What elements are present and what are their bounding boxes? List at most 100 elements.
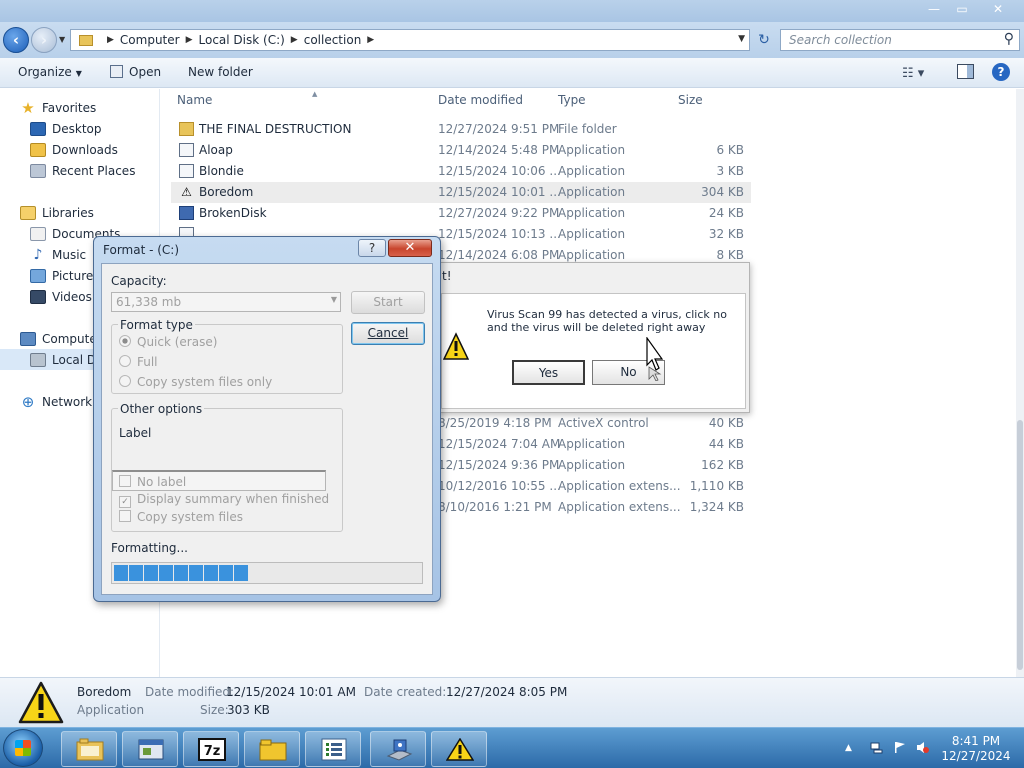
star-icon: ★ bbox=[21, 98, 35, 117]
file-name: Aloap bbox=[199, 143, 233, 157]
address-box[interactable]: ▶ Computer ▶ Local Disk (C:) ▶ collectio… bbox=[70, 29, 750, 51]
virus-dialog-content: Virus Scan 99 has detected a virus, clic… bbox=[441, 293, 746, 409]
column-header-size[interactable]: Size bbox=[678, 93, 703, 107]
chevron-right-icon[interactable]: ▶ bbox=[367, 35, 374, 45]
file-row[interactable]: THE FINAL DESTRUCTION 12/27/2024 9:51 PM F… bbox=[171, 119, 751, 140]
breadcrumb-computer[interactable]: Computer bbox=[120, 33, 180, 47]
address-dropdown-icon[interactable]: ▼ bbox=[738, 34, 745, 44]
cancel-button[interactable]: Cancel bbox=[351, 322, 425, 345]
capacity-select[interactable]: 61,338 mb ▼ bbox=[111, 292, 341, 312]
help-button[interactable]: ? bbox=[358, 239, 386, 257]
minimize-button[interactable]: — bbox=[920, 0, 948, 19]
column-header-type[interactable]: Type bbox=[558, 93, 586, 107]
close-button[interactable]: ✕ bbox=[388, 239, 432, 257]
full-radio[interactable]: Full bbox=[119, 355, 158, 369]
taskbar-warning-app[interactable] bbox=[431, 731, 487, 767]
nav-label: Music bbox=[52, 247, 87, 262]
progress-block bbox=[159, 565, 173, 581]
organize-button[interactable]: Organize ▼ bbox=[18, 65, 82, 79]
taskbar: 7z ▲ 8:41 PM 12/27/2024 bbox=[0, 727, 1024, 768]
nav-music[interactable]: ♪ Music bbox=[30, 244, 87, 265]
close-button[interactable]: ✕ bbox=[976, 0, 1020, 19]
scrollbar-thumb[interactable] bbox=[1017, 420, 1023, 670]
search-input[interactable]: Search collection ⚲ bbox=[780, 29, 1020, 51]
application-icon bbox=[179, 164, 194, 178]
copy-system-files-only-radio[interactable]: Copy system files only bbox=[119, 375, 272, 389]
help-icon[interactable]: ? bbox=[992, 63, 1010, 81]
details-file-name: Boredom bbox=[77, 685, 132, 699]
disk-icon bbox=[30, 352, 46, 367]
nav-label: Downloads bbox=[52, 142, 118, 157]
breadcrumb-collection[interactable]: collection bbox=[304, 33, 362, 47]
open-button[interactable]: Open bbox=[110, 65, 161, 79]
file-type: Application bbox=[558, 458, 626, 472]
start-button[interactable] bbox=[3, 729, 43, 767]
refresh-icon[interactable]: ↻ bbox=[753, 30, 775, 50]
details-date-modified-label: Date modified: bbox=[145, 685, 235, 699]
nav-pictures[interactable]: Pictures bbox=[30, 265, 100, 286]
flag-tray-icon[interactable] bbox=[893, 741, 906, 754]
taskbar-list-app[interactable] bbox=[305, 731, 361, 767]
nav-videos[interactable]: Videos bbox=[30, 286, 92, 307]
taskbar-app-window[interactable] bbox=[122, 731, 178, 767]
nav-recent-places[interactable]: Recent Places bbox=[30, 160, 135, 181]
yes-button[interactable]: Yes bbox=[512, 360, 585, 385]
taskbar-folder[interactable] bbox=[244, 731, 300, 767]
system-clock[interactable]: 8:41 PM 12/27/2024 bbox=[940, 734, 1012, 764]
nav-favorites[interactable]: ★ Favorites bbox=[20, 97, 96, 118]
start-button[interactable]: Start bbox=[351, 291, 425, 314]
network-tray-icon[interactable] bbox=[870, 741, 883, 754]
taskbar-7zip[interactable]: 7z bbox=[183, 731, 239, 767]
file-row[interactable]: Blondie 12/15/2024 10:06 ... Application 3 … bbox=[171, 161, 751, 182]
new-folder-button[interactable]: New folder bbox=[188, 65, 253, 79]
preview-pane-icon[interactable] bbox=[957, 64, 974, 79]
nav-label: Recent Places bbox=[52, 163, 136, 178]
taskbar-disk-app[interactable] bbox=[370, 731, 426, 767]
display-summary-checkbox[interactable]: Display summary when finished bbox=[119, 492, 329, 508]
folder-icon bbox=[179, 122, 194, 136]
taskbar-explorer[interactable] bbox=[61, 731, 117, 767]
nav-libraries[interactable]: Libraries bbox=[20, 202, 94, 223]
desktop-icon bbox=[30, 121, 46, 136]
chevron-right-icon[interactable]: ▶ bbox=[291, 35, 298, 45]
column-header-name[interactable]: Name ▲ bbox=[177, 90, 317, 107]
music-icon: ♪ bbox=[33, 246, 43, 263]
file-size: 6 KB bbox=[716, 143, 744, 157]
chevron-right-icon[interactable]: ▶ bbox=[186, 35, 193, 45]
recent-pages-dropdown-icon[interactable]: ▼ bbox=[59, 35, 65, 44]
nav-desktop[interactable]: Desktop bbox=[30, 118, 102, 139]
maximize-button[interactable]: ▭ bbox=[948, 0, 976, 19]
file-name: THE FINAL DESTRUCTION bbox=[199, 122, 352, 136]
organize-label: Organize bbox=[18, 65, 72, 79]
file-row[interactable]: Aloap 12/14/2024 5:48 PM Application 6 KB bbox=[171, 140, 751, 161]
change-view-icon[interactable]: ☷ ▾ bbox=[902, 66, 924, 81]
nav-computer[interactable]: Computer bbox=[20, 328, 102, 349]
show-hidden-icons-icon[interactable]: ▲ bbox=[845, 743, 852, 753]
network-icon: ⊕ bbox=[21, 392, 35, 411]
documents-icon bbox=[30, 226, 46, 241]
search-icon[interactable]: ⚲ bbox=[1004, 31, 1014, 47]
nav-downloads[interactable]: Downloads bbox=[30, 139, 118, 160]
nav-network[interactable]: ⊕ Network bbox=[20, 391, 92, 412]
format-dialog-title: Format - (C:) bbox=[103, 243, 180, 257]
quick-erase-radio[interactable]: Quick (erase) bbox=[119, 335, 217, 349]
file-name: BrokenDisk bbox=[199, 206, 267, 220]
file-row[interactable]: BrokenDisk 12/27/2024 9:22 PM Application 2… bbox=[171, 203, 751, 224]
forward-button[interactable]: › bbox=[31, 27, 57, 53]
volume-muted-tray-icon[interactable] bbox=[916, 741, 929, 754]
back-button[interactable]: ‹ bbox=[3, 27, 29, 53]
breadcrumb-local-disk[interactable]: Local Disk (C:) bbox=[199, 33, 285, 47]
chevron-right-icon[interactable]: ▶ bbox=[107, 35, 114, 45]
videos-icon bbox=[30, 289, 46, 304]
no-label-checkbox[interactable]: No label bbox=[119, 475, 186, 489]
list-icon bbox=[321, 738, 347, 761]
column-header-date[interactable]: Date modified bbox=[438, 93, 523, 107]
file-row[interactable]: ⚠ Boredom 12/15/2024 10:01 ... Application 3… bbox=[171, 182, 751, 203]
chevron-down-icon: ▼ bbox=[75, 69, 82, 78]
format-dialog: Format - (C:) ? ✕ Capacity: 61,338 mb ▼ S… bbox=[93, 236, 441, 602]
copy-system-files-checkbox[interactable]: Copy system files bbox=[119, 510, 243, 524]
file-size: 162 KB bbox=[701, 458, 744, 472]
file-size: 304 KB bbox=[701, 185, 744, 199]
file-date-modified: 12/15/2024 10:06 ... bbox=[438, 164, 561, 178]
details-date-created-label: Date created: bbox=[364, 685, 447, 699]
